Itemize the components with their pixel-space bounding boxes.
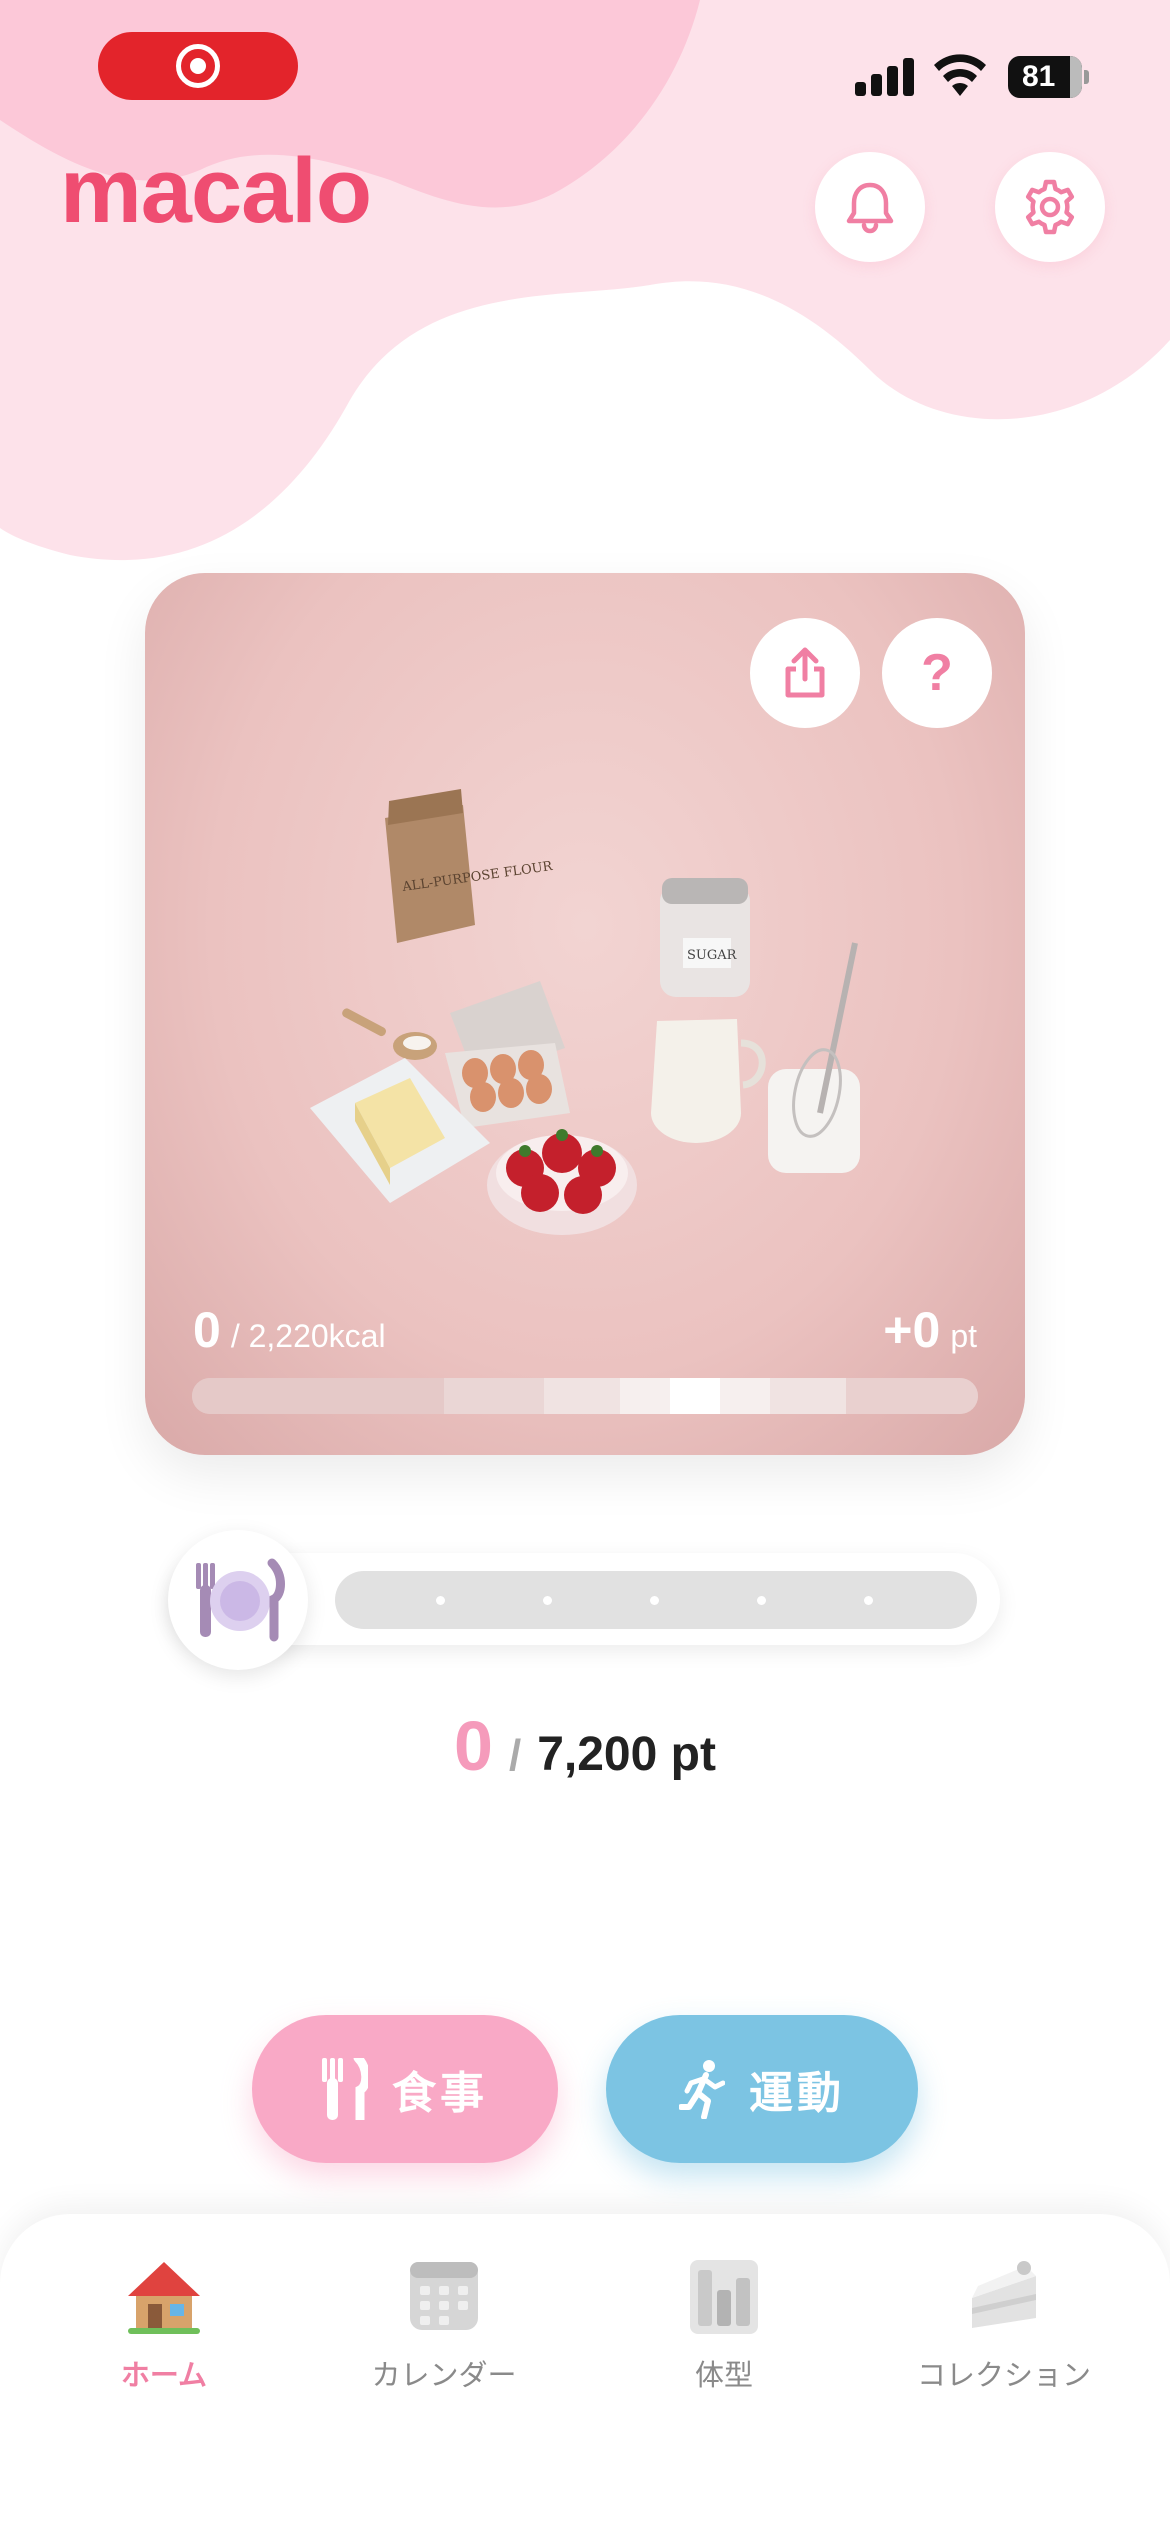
- status-bar: 81: [0, 0, 1170, 140]
- bell-icon: [846, 182, 894, 234]
- bottom-tab-bar: ホーム カレンダー 体型 コレクション: [0, 2214, 1170, 2532]
- points-earned: +0 pt: [883, 1301, 977, 1359]
- calories-consumed: 0: [193, 1302, 221, 1358]
- question-mark-icon: ?: [921, 644, 953, 702]
- tab-body-label: 体型: [694, 2358, 753, 2392]
- calorie-progress-marker: [670, 1378, 720, 1414]
- milestone-dot: [650, 1596, 659, 1605]
- tab-calendar-label: カレンダー: [371, 2358, 517, 2392]
- share-button[interactable]: [750, 618, 860, 728]
- points-earned-value: +0: [883, 1302, 941, 1358]
- calorie-progress-bar: [192, 1378, 978, 1414]
- milestone-dot: [864, 1596, 873, 1605]
- tab-body[interactable]: 体型: [604, 2256, 844, 2394]
- running-person-icon: [679, 2060, 725, 2119]
- tab-calendar[interactable]: カレンダー: [324, 2256, 564, 2394]
- calendar-icon: [404, 2256, 484, 2336]
- points-goal: 7,200 pt: [537, 1728, 716, 1781]
- milestone-dot: [543, 1596, 552, 1605]
- tab-collection-label: コレクション: [916, 2358, 1091, 2392]
- cake-icon: [964, 2256, 1044, 2336]
- fork-knife-icon: [322, 2058, 368, 2120]
- help-button[interactable]: ?: [882, 618, 992, 728]
- points-current: 0: [454, 1707, 493, 1785]
- meal-label: 食事: [392, 2068, 488, 2119]
- points-total: 0 / 7,200 pt: [0, 1706, 1170, 1786]
- tab-collection[interactable]: コレクション: [884, 2256, 1124, 2394]
- calories-goal: / 2,220kcal: [230, 1318, 386, 1354]
- screen-recording-indicator[interactable]: [98, 32, 298, 100]
- log-meal-button[interactable]: 食事: [252, 2015, 558, 2163]
- house-icon: [124, 2256, 204, 2336]
- daily-calorie-card[interactable]: ALL-PURPOSE FLOUR SUGAR ? 0 / 2,220kcal …: [145, 573, 1025, 1455]
- exercise-label: 運動: [749, 2068, 845, 2119]
- plate-badge: [168, 1530, 308, 1670]
- app-logo: macalo: [60, 140, 372, 242]
- settings-button[interactable]: [995, 152, 1105, 262]
- milestone-dot: [436, 1596, 445, 1605]
- points-progress-bar: [335, 1571, 977, 1629]
- battery-indicator: 81: [1008, 56, 1089, 98]
- share-icon: [785, 647, 825, 698]
- battery-cap: [1084, 70, 1089, 84]
- gear-icon: [1025, 179, 1075, 235]
- battery-level: 81: [1008, 56, 1082, 98]
- points-unit: pt: [950, 1318, 977, 1354]
- body-chart-icon: [684, 2256, 764, 2336]
- tab-home-label: ホーム: [120, 2358, 208, 2392]
- plate-cutlery-icon: [196, 1558, 285, 1642]
- wifi-icon: [934, 54, 986, 96]
- notifications-button[interactable]: [815, 152, 925, 262]
- calorie-counter: 0 / 2,220kcal: [193, 1301, 386, 1359]
- cellular-signal-icon: [855, 56, 915, 96]
- milestone-dot: [757, 1596, 766, 1605]
- tab-home[interactable]: ホーム: [44, 2256, 284, 2394]
- record-icon: [176, 44, 220, 88]
- log-exercise-button[interactable]: 運動: [606, 2015, 918, 2163]
- points-separator: /: [508, 1731, 522, 1780]
- sugar-label: SUGAR: [687, 948, 738, 963]
